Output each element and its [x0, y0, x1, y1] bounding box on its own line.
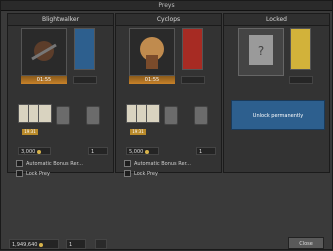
small-count: 1	[66, 239, 86, 249]
window-title: Preys	[1, 1, 332, 11]
checkbox[interactable]	[124, 170, 131, 177]
panel-title: Cyclops	[116, 14, 221, 26]
stars-icon	[73, 76, 97, 84]
checkbox[interactable]	[16, 170, 23, 177]
cyclops-icon	[129, 28, 175, 76]
price-box: 5,000	[126, 147, 159, 155]
lock-prey-row[interactable]: Lock Prey	[16, 170, 110, 178]
card-selector[interactable]: 19:31	[126, 104, 214, 144]
gold-coin-icon	[39, 242, 44, 247]
panel-title: Locked	[224, 14, 329, 26]
stars-icon	[181, 76, 205, 84]
reroll-card-icon[interactable]	[164, 106, 178, 125]
free-count-box: 1	[196, 147, 216, 155]
lock-question-icon: ?	[238, 28, 284, 76]
auto-bonus-row[interactable]: Automatic Bonus Rer...	[16, 160, 110, 168]
blightwalker-icon	[21, 28, 67, 76]
prey-window: Preys Blightwalker 01:55 19:31 3,000 1 A…	[0, 0, 333, 250]
banner-yellow-icon	[290, 28, 311, 70]
timer-tag: 19:31	[130, 129, 146, 135]
timer-tag: 19:31	[22, 129, 38, 135]
svg-text:?: ?	[258, 44, 264, 58]
price-box: 3,000	[18, 147, 51, 155]
checkbox[interactable]	[124, 160, 131, 167]
card-selector[interactable]: 19:31	[18, 104, 106, 144]
close-button[interactable]: Close	[288, 237, 324, 249]
prey-panel-blightwalker: Blightwalker 01:55 19:31 3,000 1 Automat…	[7, 13, 114, 177]
auto-bonus-row[interactable]: Automatic Bonus Rer...	[124, 160, 218, 168]
banner-red-icon	[182, 28, 203, 70]
banner-blue-icon	[74, 28, 95, 70]
prey-timer: 01:55	[21, 76, 67, 84]
gold-coin-icon	[37, 149, 42, 154]
unlock-button[interactable]: Unlock permanently	[231, 100, 325, 130]
card-icon	[146, 104, 160, 123]
reroll-card-icon[interactable]	[86, 106, 100, 125]
gold-total: 1,949,640	[9, 239, 59, 249]
prey-panel-locked: Locked ? Unlock permanently	[223, 13, 330, 173]
wrench-icon[interactable]	[95, 239, 107, 249]
footer: 1,949,640 1 Close	[1, 233, 332, 251]
prey-panel-cyclops: Cyclops 01:55 19:31 5,000 1 Automatic Bo…	[115, 13, 222, 177]
checkbox[interactable]	[16, 160, 23, 167]
reroll-card-icon[interactable]	[194, 106, 208, 125]
card-icon	[38, 104, 52, 123]
stars-icon	[289, 76, 313, 84]
lock-prey-row[interactable]: Lock Prey	[124, 170, 218, 178]
prey-timer: 01:55	[129, 76, 175, 84]
panel-title: Blightwalker	[8, 14, 113, 26]
reroll-card-icon[interactable]	[56, 106, 70, 125]
free-count-box: 1	[88, 147, 108, 155]
gold-coin-icon	[145, 149, 150, 154]
